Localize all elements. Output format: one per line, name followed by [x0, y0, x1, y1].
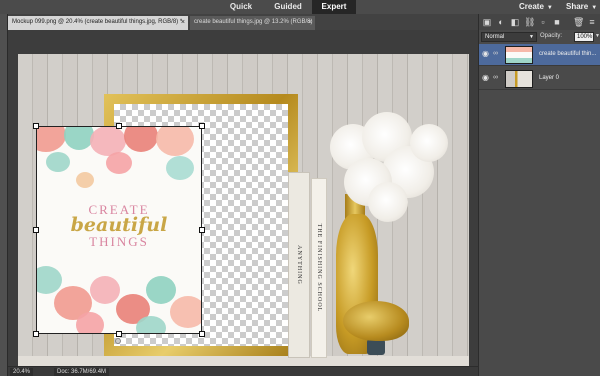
- eye-icon[interactable]: ◉: [482, 74, 490, 82]
- create-label: Create: [519, 2, 544, 11]
- chevron-down-icon: ▼: [529, 34, 534, 40]
- transform-handle-right[interactable]: [199, 227, 205, 233]
- book-finishing-school: THE FINISHING SCHOOL: [311, 178, 327, 358]
- bird-stand: [367, 339, 385, 355]
- transform-handle-top-right[interactable]: [199, 123, 205, 129]
- tab-label: Mockup 099.png @ 20.4% (create beautiful…: [12, 19, 183, 25]
- tab-label: create beautiful things.jpg @ 13.2% (RGB…: [194, 19, 313, 25]
- layer-thumbnail: [505, 70, 533, 88]
- panel-menu-icon[interactable]: ≡: [587, 17, 597, 27]
- canvas-area[interactable]: ANYTHING THE FINISHING SCHOOL CREATE bea…: [8, 30, 478, 376]
- chevron-down-icon[interactable]: ▼: [595, 33, 600, 39]
- link-icon: ∞: [493, 50, 498, 57]
- layer-name: Layer 0: [539, 75, 560, 81]
- hydrangea: [368, 182, 408, 222]
- mode-quick-tab[interactable]: Quick: [221, 0, 261, 14]
- layer-row-create-beautiful-things[interactable]: ◉ ∞ create beautiful thin...: [479, 44, 600, 66]
- transform-handle-top[interactable]: [116, 123, 122, 129]
- link-icon: ∞: [493, 74, 498, 81]
- opacity-input[interactable]: 100%: [574, 32, 594, 42]
- panel-toolbar: ▣ ◐ ◧ ⛓ ▫ ■ 🗑 ≡: [479, 14, 600, 30]
- share-label: Share: [566, 2, 589, 11]
- document-size: Doc: 36.7M/69.4M: [54, 368, 110, 376]
- lock-icon[interactable]: ▫: [538, 17, 548, 27]
- transform-handle-left[interactable]: [33, 227, 39, 233]
- link-icon[interactable]: ⛓: [524, 17, 535, 27]
- tab-mockup-document[interactable]: Mockup 099.png @ 20.4% (create beautiful…: [8, 16, 188, 30]
- mode-guided-tab[interactable]: Guided: [266, 0, 310, 14]
- new-layer-icon[interactable]: ▣: [482, 17, 492, 27]
- adjustment-layer-icon[interactable]: ◐: [496, 17, 506, 27]
- top-bar: Quick Guided Expert Create ▼ Share ▼: [0, 0, 600, 14]
- close-icon[interactable]: ×: [308, 16, 312, 29]
- create-menu[interactable]: Create ▼: [519, 0, 553, 14]
- layer-row-layer-0[interactable]: ◉ ∞ Layer 0: [479, 68, 600, 90]
- transform-bounding-box: [36, 126, 202, 334]
- book-spine-text: ANYTHING: [296, 245, 302, 285]
- eye-icon[interactable]: ◉: [482, 50, 490, 58]
- blend-mode-select[interactable]: Normal ▼: [481, 32, 537, 42]
- layer-name: create beautiful thin...: [539, 51, 597, 57]
- transform-handle-bottom-left[interactable]: [33, 331, 39, 337]
- mode-expert-tab[interactable]: Expert: [312, 0, 356, 14]
- book-spine-text: THE FINISHING SCHOOL: [316, 223, 322, 313]
- tool-bar: [0, 14, 8, 376]
- zoom-field[interactable]: 20.4%: [10, 368, 34, 376]
- transform-handle-bottom[interactable]: [116, 331, 122, 337]
- rotate-handle[interactable]: [115, 338, 121, 344]
- hydrangea: [410, 124, 448, 162]
- status-bar: 20.4% Doc: 36.7M/69.4M: [8, 366, 478, 376]
- book-anything: ANYTHING: [288, 172, 310, 358]
- layer-thumbnail: [505, 46, 533, 64]
- opacity-label: Opacity:: [540, 33, 563, 39]
- lock-all-icon[interactable]: ■: [552, 17, 562, 27]
- tab-create-beautiful-things[interactable]: create beautiful things.jpg @ 13.2% (RGB…: [190, 16, 315, 30]
- layer-mask-icon[interactable]: ◧: [510, 17, 520, 27]
- close-icon[interactable]: ×: [181, 16, 185, 29]
- chevron-down-icon: ▼: [546, 5, 553, 11]
- gold-bird: [343, 301, 409, 341]
- share-menu[interactable]: Share ▼: [566, 0, 597, 14]
- chevron-down-icon: ▼: [591, 5, 598, 11]
- document-tab-bar: Mockup 099.png @ 20.4% (create beautiful…: [8, 14, 478, 30]
- blend-mode-value: Normal: [485, 34, 505, 40]
- transform-handle-bottom-right[interactable]: [199, 331, 205, 337]
- trash-icon[interactable]: 🗑: [573, 17, 584, 27]
- transform-handle-top-left[interactable]: [33, 123, 39, 129]
- layers-panel: ▣ ◐ ◧ ⛓ ▫ ■ 🗑 ≡ Normal ▼ Opacity: 100% ▼…: [478, 14, 600, 376]
